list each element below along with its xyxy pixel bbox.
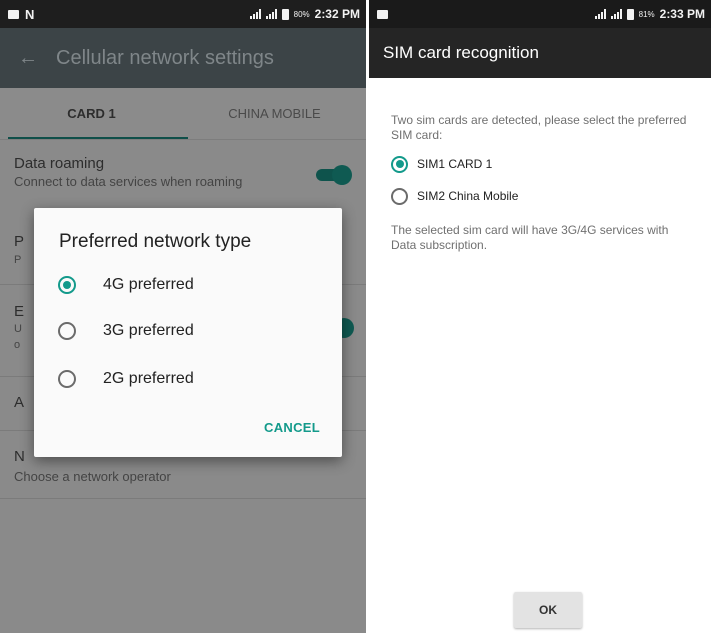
data-roaming-title: Data roaming (14, 155, 105, 172)
battery-percent: 80% (293, 9, 310, 19)
tab-china-mobile[interactable]: CHINA MOBILE (183, 88, 366, 139)
radio-selected-icon[interactable] (391, 155, 408, 173)
sim2-option[interactable]: SIM2 China Mobile (391, 183, 689, 209)
tab-card-1[interactable]: CARD 1 (0, 88, 183, 139)
back-arrow-icon[interactable]: ← (0, 47, 56, 70)
data-roaming-toggle[interactable] (316, 165, 352, 185)
radio-icon[interactable] (58, 370, 76, 388)
clock: 2:33 PM (659, 7, 705, 21)
battery-percent: 81% (638, 9, 655, 19)
status-bar: 81% 2:33 PM (369, 0, 711, 28)
page-title: SIM card recognition (369, 28, 711, 78)
option-3g[interactable]: 3G preferred (58, 316, 194, 346)
row-letter-a: A (14, 394, 25, 411)
clock: 2:32 PM (314, 7, 360, 21)
network-operators-row[interactable]: Choose a network operator (0, 467, 366, 484)
tab-indicator (8, 137, 188, 139)
option-2g[interactable]: 2G preferred (58, 364, 194, 394)
signal-icon (610, 9, 622, 19)
ok-button[interactable]: OK (514, 592, 582, 628)
row-letter-u: U (14, 323, 22, 335)
option-label: 2G preferred (103, 370, 194, 387)
sim1-option[interactable]: SIM1 CARD 1 (391, 151, 689, 177)
network-operators-subtitle: Choose a network operator (14, 469, 171, 484)
row-letter-p: P (14, 233, 25, 250)
option-label: 4G preferred (103, 276, 194, 293)
page-title: Cellular network settings (56, 46, 274, 69)
sim-selection-body: Two sim cards are detected, please selec… (369, 78, 711, 253)
cancel-button[interactable]: CANCEL (264, 420, 320, 435)
sim1-label: SIM1 CARD 1 (417, 157, 493, 171)
sim-detected-message: Two sim cards are detected, please selec… (391, 113, 687, 142)
row-letter-o: o (14, 339, 21, 351)
preferred-network-type-dialog: Preferred network type 4G preferred 3G p… (34, 208, 342, 457)
radio-icon[interactable] (58, 322, 76, 340)
dialog-title: Preferred network type (59, 231, 252, 252)
row-letter-p-sub: P (14, 254, 22, 266)
divider (0, 498, 366, 499)
battery-icon (281, 8, 289, 20)
image-notification-icon (8, 9, 19, 19)
tab-bar: CARD 1 CHINA MOBILE (0, 88, 366, 140)
nfc-icon: N (25, 6, 35, 22)
right-screen: 81% 2:33 PM SIM card recognition Two sim… (369, 0, 711, 633)
signal-icon (594, 9, 606, 19)
toolbar: ← Cellular network settings (0, 28, 366, 88)
status-bar: N 80% 2:32 PM (0, 0, 366, 28)
left-screen: N 80% 2:32 PM ← Cellular network setting… (0, 0, 366, 633)
image-notification-icon (377, 9, 388, 19)
data-roaming-row[interactable]: Data roaming Connect to data services wh… (0, 155, 366, 205)
signal-icon (265, 9, 277, 19)
option-4g[interactable]: 4G preferred (58, 270, 194, 300)
sim2-label: SIM2 China Mobile (417, 189, 519, 203)
signal-icon (249, 9, 261, 19)
radio-icon[interactable] (391, 187, 408, 205)
row-letter-e: E (14, 303, 25, 320)
sim-service-note: The selected sim card will have 3G/4G se… (391, 223, 669, 252)
option-label: 3G preferred (103, 322, 194, 339)
battery-icon (626, 8, 634, 20)
radio-selected-icon[interactable] (58, 276, 76, 294)
row-letter-n: N (14, 448, 25, 465)
data-roaming-subtitle: Connect to data services when roaming (14, 174, 243, 189)
